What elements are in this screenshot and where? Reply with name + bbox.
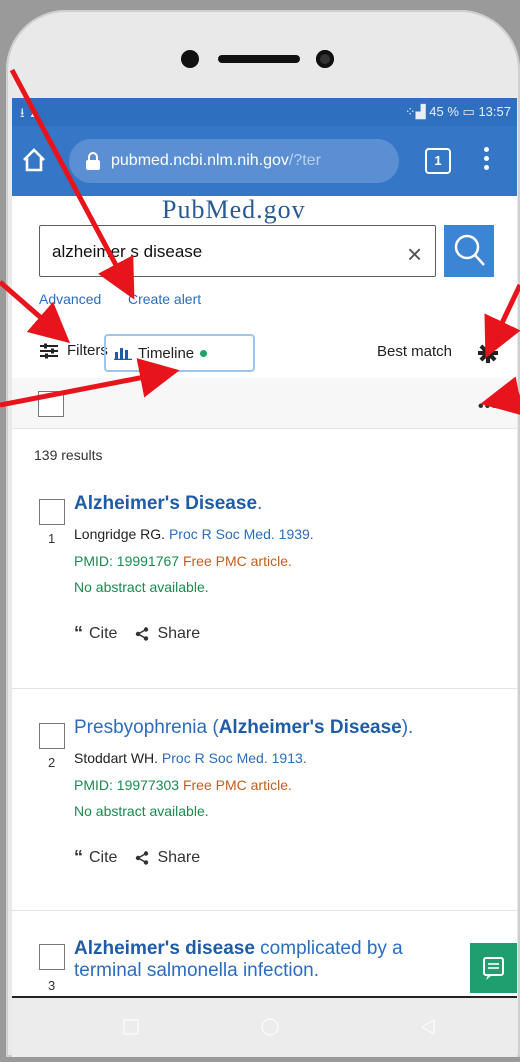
result-checkbox[interactable] [39,944,65,970]
url-path: /?ter [288,152,321,169]
results-count: 139 results [34,447,103,463]
share-label: Share [157,848,201,866]
select-all-checkbox[interactable] [38,391,64,417]
sliders-icon [40,343,58,358]
share-button[interactable]: Share [135,625,200,643]
status-left-icons: ⭳ ▲ [20,105,42,120]
result-checkbox[interactable] [39,723,65,749]
search-button[interactable] [444,225,494,277]
clear-icon[interactable]: × [407,239,422,270]
url-bar[interactable]: pubmed.ncbi.nlm.nih.gov/?ter [69,139,399,183]
status-dot-icon [200,349,208,357]
more-options-icon[interactable]: ••• [478,398,498,416]
result-pmid: PMID: 19977303 Free PMC article. [74,777,292,793]
battery-icon: ▭ [462,104,479,119]
quote-icon: “ [74,623,83,643]
timeline-label: Timeline [138,344,195,362]
result-actions: “ Cite Share [74,847,200,868]
url-text: pubmed.ncbi.nlm.nih.gov/?ter [111,152,321,170]
result-divider [12,910,517,911]
result-title[interactable]: Presbyophrenia (Alzheimer's Disease). [74,717,413,739]
result-divider [12,688,517,689]
share-button[interactable]: Share [135,849,200,867]
clock: 13:57 [478,104,511,119]
recents-icon[interactable] [123,1019,139,1035]
bar-chart-icon [114,348,132,360]
search-icon [454,234,485,266]
filters-label: Filters [67,342,108,359]
result-title[interactable]: Alzheimer's disease complicated by a term… [74,938,403,982]
result-abstract-note: No abstract available. [74,579,209,595]
browser-toolbar: pubmed.ncbi.nlm.nih.gov/?ter 1 [12,126,517,196]
earpiece-speaker [218,55,300,63]
select-all-bar: ••• [12,378,517,429]
timeline-button[interactable]: Timeline [104,334,255,372]
status-bar: ⭳ ▲ ⁘▟ 45 % ▭ 13:57 [12,98,517,126]
result-title[interactable]: Alzheimer's Disease. [74,493,262,515]
result-citation: Longridge RG. Proc R Soc Med. 1939. [74,526,314,542]
back-icon[interactable] [420,1018,435,1036]
cite-button[interactable]: Cite [89,625,117,643]
result-number: 3 [48,978,56,993]
browser-menu-icon[interactable] [482,144,490,174]
home-button-icon[interactable] [261,1018,279,1036]
result-pmid: PMID: 19991767 Free PMC article. [74,553,292,569]
front-camera [316,50,334,68]
lock-icon [86,152,100,170]
sort-order[interactable]: Best match [377,343,452,360]
result-number: 1 [48,531,56,546]
share-label: Share [157,624,201,642]
result-checkbox[interactable] [39,499,65,525]
create-alert-link[interactable]: Create alert [128,291,201,307]
cite-button[interactable]: Cite [89,849,117,867]
share-icon [136,626,149,641]
search-input[interactable]: alzheimer s disease × [39,225,436,277]
pubmed-logo[interactable]: PubMed.gov [162,195,306,225]
proximity-sensor [181,50,199,68]
filters-button[interactable]: Filters [39,342,108,359]
advanced-link[interactable]: Advanced [39,291,101,307]
battery-percent: 45 % [429,104,459,119]
gear-icon[interactable] [477,342,499,364]
url-domain: pubmed.ncbi.nlm.nih.gov [111,152,289,169]
status-right: ⁘▟ 45 % ▭ 13:57 [405,104,511,120]
quote-icon: “ [74,847,83,867]
feedback-icon [483,957,504,980]
share-icon [136,850,149,865]
search-query: alzheimer s disease [52,242,203,261]
result-abstract-note: No abstract available. [74,803,209,819]
phone-screen: ⭳ ▲ ⁘▟ 45 % ▭ 13:57 pubmed.ncbi.nlm.nih.… [12,98,517,998]
feedback-button[interactable] [470,943,517,993]
home-icon[interactable] [20,146,48,174]
result-actions: “ Cite Share [74,623,200,644]
android-nav-bar [12,998,517,1057]
tab-switcher-button[interactable]: 1 [425,148,451,174]
result-citation: Stoddart WH. Proc R Soc Med. 1913. [74,750,307,766]
signal-icon: ⁘▟ [404,104,430,119]
result-number: 2 [48,755,56,770]
